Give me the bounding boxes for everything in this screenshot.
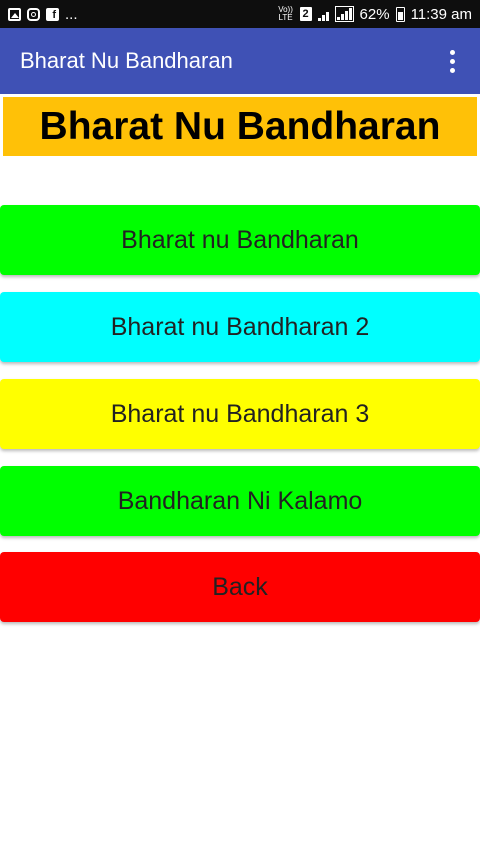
back-button[interactable]: Back — [0, 552, 480, 622]
battery-icon — [395, 6, 405, 22]
overflow-menu-icon[interactable] — [440, 46, 464, 76]
bharat-nu-bandharan-2-button[interactable]: Bharat nu Bandharan 2 — [0, 292, 480, 362]
volte-bottom-text: LTE — [278, 13, 293, 22]
more-notifications-text: ... — [65, 5, 78, 23]
status-bar: f ... Vo)) LTE 2 62% 11:39 am — [0, 0, 480, 28]
volte-icon: Vo)) LTE — [278, 6, 294, 22]
app-bar: Bharat Nu Bandharan — [0, 28, 480, 94]
gallery-icon — [8, 7, 21, 21]
status-right: Vo)) LTE 2 62% 11:39 am — [278, 6, 472, 23]
battery-percent: 62% — [359, 5, 390, 23]
bharat-nu-bandharan-3-button[interactable]: Bharat nu Bandharan 3 — [0, 379, 480, 449]
signal-icon-1 — [317, 7, 329, 21]
clock: 11:39 am — [410, 5, 472, 23]
instagram-icon — [27, 7, 40, 21]
app-title: Bharat Nu Bandharan — [20, 48, 233, 73]
sim-slot-icon: 2 — [299, 7, 312, 21]
bharat-nu-bandharan-button[interactable]: Bharat nu Bandharan — [0, 205, 480, 275]
title-banner: Bharat Nu Bandharan — [3, 97, 477, 156]
facebook-icon: f — [46, 7, 59, 21]
signal-icon-2 — [334, 6, 354, 22]
bandharan-ni-kalamo-button[interactable]: Bandharan Ni Kalamo — [0, 466, 480, 536]
status-left: f ... — [8, 6, 78, 23]
